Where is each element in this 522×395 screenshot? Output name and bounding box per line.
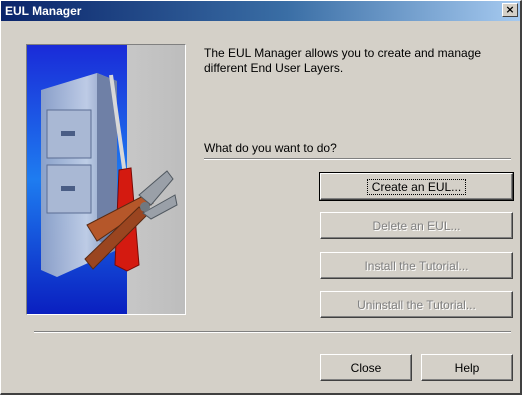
help-button[interactable]: Help — [421, 354, 513, 381]
file-cabinet-tools-illustration — [26, 44, 186, 315]
window-close-button[interactable]: × — [502, 3, 518, 17]
close-button[interactable]: Close — [320, 354, 412, 381]
delete-eul-label: Delete an EUL... — [372, 218, 461, 233]
create-eul-button[interactable]: Create an EUL... — [319, 172, 514, 201]
window-title: EUL Manager — [5, 4, 82, 18]
help-button-label: Help — [454, 360, 480, 375]
illustration-graphic — [27, 45, 185, 314]
uninstall-tutorial-label: Uninstall the Tutorial... — [357, 297, 476, 312]
footer-divider — [34, 331, 511, 333]
title-bar[interactable]: EUL Manager × — [1, 1, 520, 21]
eul-manager-dialog: EUL Manager × The EUL Manager allows you… — [0, 0, 522, 395]
install-tutorial-label: Install the Tutorial... — [364, 258, 469, 273]
close-button-label: Close — [350, 360, 382, 375]
create-eul-label: Create an EUL... — [366, 178, 467, 195]
uninstall-tutorial-button[interactable]: Uninstall the Tutorial... — [320, 291, 513, 318]
question-divider — [204, 158, 511, 160]
delete-eul-button[interactable]: Delete an EUL... — [320, 212, 513, 239]
question-label: What do you want to do? — [204, 141, 337, 155]
description-text: The EUL Manager allows you to create and… — [204, 46, 482, 75]
install-tutorial-button[interactable]: Install the Tutorial... — [320, 252, 513, 279]
